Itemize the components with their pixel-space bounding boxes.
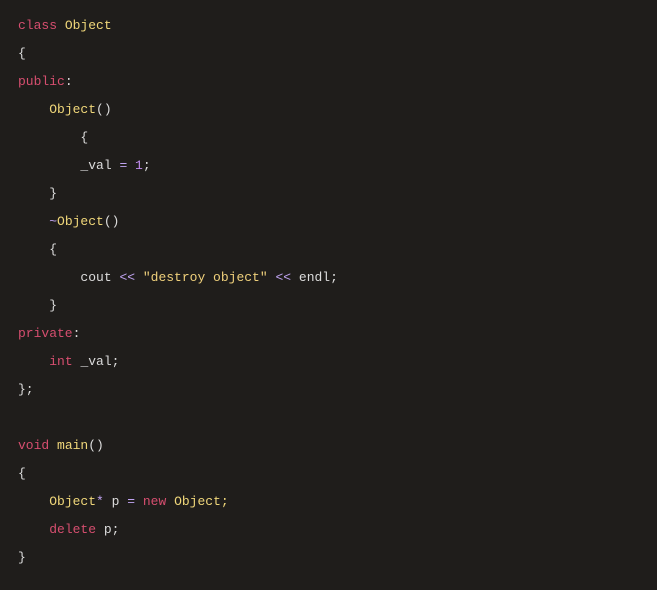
code-token: Object; bbox=[174, 494, 229, 509]
code-token: public bbox=[18, 74, 65, 89]
code-line bbox=[18, 404, 639, 432]
code-line: _val = 1; bbox=[18, 152, 639, 180]
code-line: { bbox=[18, 236, 639, 264]
code-token: ; bbox=[143, 158, 151, 173]
code-token: endl; bbox=[299, 270, 338, 285]
code-line: } bbox=[18, 292, 639, 320]
code-token: ~ bbox=[49, 214, 57, 229]
code-line: { bbox=[18, 40, 639, 68]
code-token: p bbox=[112, 494, 128, 509]
code-token: } bbox=[18, 550, 26, 565]
code-line: cout << "destroy object" << endl; bbox=[18, 264, 639, 292]
code-line: Object() bbox=[18, 96, 639, 124]
code-line: delete p; bbox=[18, 516, 639, 544]
code-token: () bbox=[104, 214, 120, 229]
code-token: private bbox=[18, 326, 73, 341]
code-token: { bbox=[18, 46, 26, 61]
code-token: delete bbox=[49, 522, 104, 537]
code-token: = bbox=[127, 494, 143, 509]
code-token: Object bbox=[49, 102, 96, 117]
code-token: << bbox=[119, 270, 142, 285]
code-line: void main() bbox=[18, 432, 639, 460]
code-token: _val bbox=[80, 158, 119, 173]
code-token: * bbox=[96, 494, 112, 509]
code-token: } bbox=[49, 186, 57, 201]
code-line: ~Object() bbox=[18, 208, 639, 236]
code-token: << bbox=[268, 270, 299, 285]
code-token: void bbox=[18, 438, 57, 453]
code-line: public: bbox=[18, 68, 639, 96]
code-token: () bbox=[88, 438, 104, 453]
code-token: Object bbox=[57, 214, 104, 229]
code-token: { bbox=[49, 242, 57, 257]
code-token: int bbox=[49, 354, 80, 369]
code-line: } bbox=[18, 180, 639, 208]
code-token: { bbox=[80, 130, 88, 145]
code-token: () bbox=[96, 102, 112, 117]
code-line: { bbox=[18, 124, 639, 152]
code-line: private: bbox=[18, 320, 639, 348]
code-line: { bbox=[18, 460, 639, 488]
code-token: "destroy object" bbox=[143, 270, 268, 285]
code-token: new bbox=[143, 494, 174, 509]
code-token: _val; bbox=[80, 354, 119, 369]
code-line: }; bbox=[18, 376, 639, 404]
code-token: { bbox=[18, 466, 26, 481]
code-token: : bbox=[73, 326, 81, 341]
code-token: }; bbox=[18, 382, 34, 397]
code-token: p; bbox=[104, 522, 120, 537]
code-line: } bbox=[18, 544, 639, 572]
code-token: 1 bbox=[135, 158, 143, 173]
code-line: class Object bbox=[18, 12, 639, 40]
code-token: cout bbox=[80, 270, 119, 285]
code-token: class bbox=[18, 18, 65, 33]
code-token: Object bbox=[49, 494, 96, 509]
code-line: int _val; bbox=[18, 348, 639, 376]
code-token: } bbox=[49, 298, 57, 313]
code-block: class Object{public: Object() { _val = 1… bbox=[0, 0, 657, 590]
code-token: = bbox=[119, 158, 135, 173]
code-token: : bbox=[65, 74, 73, 89]
code-token: Object bbox=[65, 18, 112, 33]
code-token: main bbox=[57, 438, 88, 453]
code-line: Object* p = new Object; bbox=[18, 488, 639, 516]
